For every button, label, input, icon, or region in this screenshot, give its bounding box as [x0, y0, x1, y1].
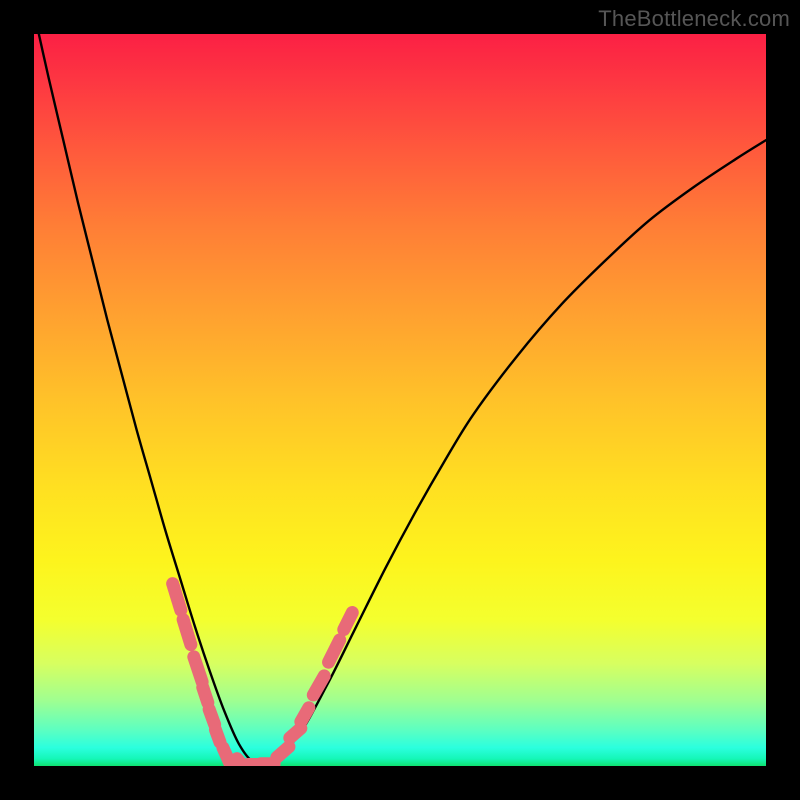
curve-marker [292, 699, 318, 731]
curve-marker [304, 667, 333, 704]
watermark-text: TheBottleneck.com [598, 6, 790, 32]
marker-group [165, 575, 361, 766]
curve-marker [175, 611, 199, 652]
plot-area [34, 34, 766, 766]
curve-marker [335, 604, 361, 638]
curve-layer [34, 34, 766, 766]
chart-frame: TheBottleneck.com [0, 0, 800, 800]
bottleneck-curve [34, 34, 766, 765]
